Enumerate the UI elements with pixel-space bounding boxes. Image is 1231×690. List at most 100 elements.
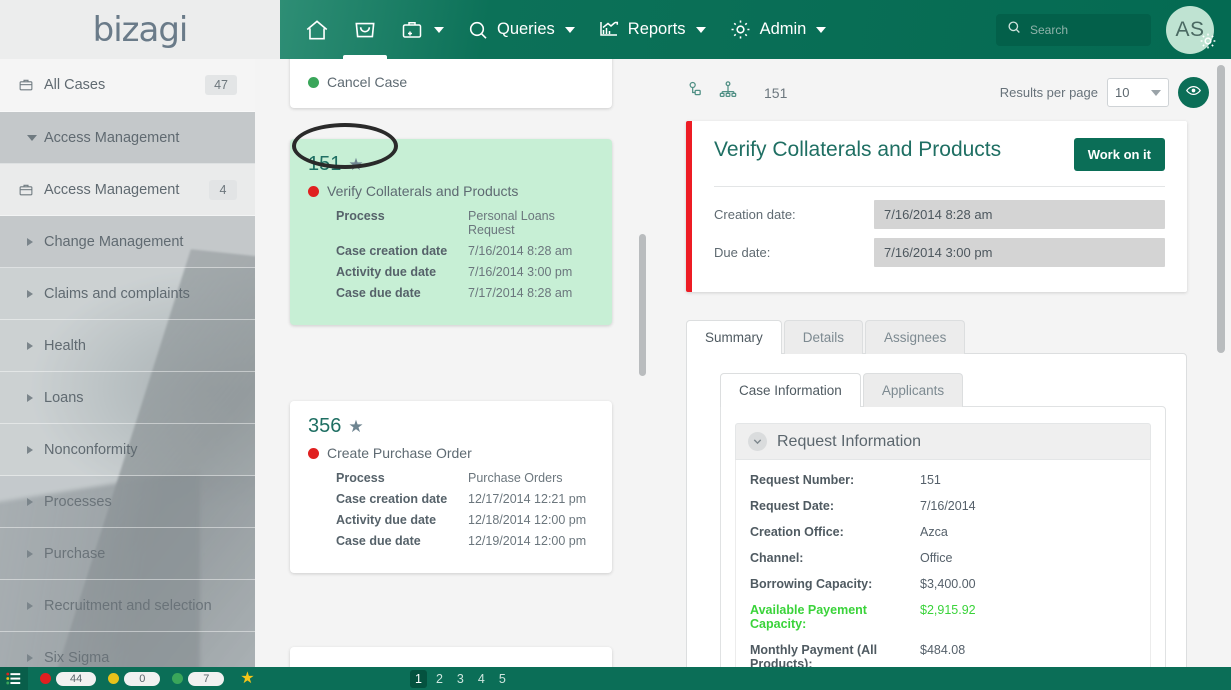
case-card-partial[interactable]: Cancel Case	[290, 59, 612, 108]
status-chip[interactable]: 44	[40, 671, 97, 686]
sidebar-item-processes[interactable]: Processes	[0, 476, 255, 528]
sidebar-item-all-cases[interactable]: All Cases 47	[0, 59, 255, 112]
case-field-row: Process Purchase Orders	[336, 471, 594, 485]
brand-logo[interactable]: bizagi	[0, 0, 280, 59]
tab-assignees[interactable]: Assignees	[865, 320, 966, 354]
case-id-number: 151	[308, 153, 342, 175]
star-icon[interactable]: ★	[348, 418, 363, 435]
page-4-button[interactable]: 4	[473, 670, 490, 688]
chevron-right-icon[interactable]	[18, 445, 44, 454]
sidebar-item-recruitment-and-selection[interactable]: Recruitment and selection	[0, 580, 255, 632]
chevron-right-icon[interactable]	[18, 653, 44, 662]
results-per-page-select[interactable]: 10	[1107, 78, 1169, 107]
sidebar-item-loans[interactable]: Loans	[0, 372, 255, 424]
request-info-value: $2,915.92	[920, 603, 976, 617]
star-icon[interactable]: ★	[348, 156, 363, 173]
status-bar: 44 0 7 ★ 12345	[0, 667, 1231, 690]
case-card-356[interactable]: 356 ★ Create Purchase Order Process Purch…	[290, 401, 612, 573]
status-chip[interactable]: 7	[172, 671, 225, 686]
sidebar-item-change-management[interactable]: Change Management	[0, 216, 255, 268]
sidebar-item-claims-and-complaints[interactable]: Claims and complaints	[0, 268, 255, 320]
page-5-button[interactable]: 5	[494, 670, 511, 688]
chevron-right-icon[interactable]	[18, 237, 44, 246]
sidebar-item-nonconformity[interactable]: Nonconformity	[0, 424, 255, 476]
chevron-right-icon[interactable]	[18, 601, 44, 610]
star-icon[interactable]: ★	[240, 670, 254, 687]
chevron-down-icon[interactable]	[748, 432, 767, 451]
sidebar-item-six-sigma[interactable]: Six Sigma	[0, 632, 255, 667]
nav-queries[interactable]: Queries	[455, 0, 586, 59]
chevron-right-icon[interactable]	[18, 393, 44, 402]
nav-admin[interactable]: Admin	[717, 0, 838, 59]
sidebar-item-label: Loans	[44, 389, 84, 406]
case-tracking-icon[interactable]	[686, 80, 706, 105]
tab-applicants[interactable]: Applicants	[862, 373, 964, 407]
sidebar-item-label: Six Sigma	[44, 649, 110, 666]
search-input[interactable]	[1030, 22, 1140, 37]
nav-queries-label: Queries	[497, 20, 555, 38]
chevron-right-icon[interactable]	[18, 341, 44, 350]
results-per-page-control: Results per page 10	[1000, 77, 1209, 108]
sidebar-item-access-management[interactable]: Access Management	[0, 112, 255, 164]
chevron-down-icon	[695, 26, 706, 33]
case-list-scrollbar[interactable]	[639, 234, 646, 376]
chevron-right-icon[interactable]	[18, 549, 44, 558]
page-1-button[interactable]: 1	[410, 669, 427, 688]
detail-meta-row: Creation date: 7/16/2014 8:28 am	[714, 200, 1165, 229]
sidebar-item-label: Recruitment and selection	[44, 597, 212, 614]
tab-details[interactable]: Details	[783, 320, 864, 354]
app-root: bizagi Queries Reports Admin Search AS A…	[0, 0, 1231, 690]
request-info-value: Azca	[920, 525, 948, 539]
case-id-number: 356	[308, 415, 342, 437]
case-id: 151 ★	[308, 153, 594, 176]
list-view-icon[interactable]	[0, 667, 28, 690]
process-diagram-icon[interactable]	[718, 80, 738, 105]
status-chip-count: 7	[188, 671, 225, 686]
request-info-value: 7/16/2014	[920, 499, 976, 513]
case-field-row: Activity due date 7/16/2014 3:00 pm	[336, 265, 594, 279]
work-on-it-button[interactable]: Work on it	[1073, 138, 1165, 171]
chevron-down-icon	[434, 26, 444, 33]
detail-panel-scrollbar[interactable]	[1217, 65, 1225, 353]
case-card-151[interactable]: 151 ★ Verify Collaterals and Products Pr…	[290, 139, 612, 325]
case-field-row: Case due date 7/17/2014 8:28 am	[336, 286, 594, 300]
chevron-down-icon	[1151, 89, 1161, 96]
case-card-next-partial[interactable]	[290, 647, 612, 667]
sidebar-item-label: Processes	[44, 493, 112, 510]
search-box[interactable]	[996, 13, 1151, 46]
status-dot	[308, 447, 319, 459]
nav-reports[interactable]: Reports	[586, 0, 717, 59]
page-3-button[interactable]: 3	[452, 670, 469, 688]
case-field-value: 12/18/2014 12:00 pm	[468, 513, 587, 527]
inner-tabs: Case Information Applicants	[720, 373, 1166, 407]
sidebar-item-health[interactable]: Health	[0, 320, 255, 372]
detail-meta-key: Creation date:	[714, 207, 796, 222]
status-dot	[308, 185, 319, 197]
chevron-right-icon[interactable]	[18, 497, 44, 506]
sidebar-item-purchase[interactable]: Purchase	[0, 528, 255, 580]
case-field-key: Case due date	[336, 286, 421, 300]
tab-summary[interactable]: Summary	[686, 320, 782, 354]
nav-home[interactable]	[293, 0, 341, 59]
chevron-down-icon[interactable]	[18, 134, 44, 141]
gear-icon	[728, 17, 753, 42]
avatar-settings-gear-icon[interactable]	[1198, 31, 1218, 56]
nav-new-case[interactable]	[389, 0, 455, 59]
chevron-right-icon[interactable]	[18, 289, 44, 298]
sidebar-item-label: Health	[44, 337, 86, 354]
user-menu[interactable]: AS	[1166, 5, 1216, 54]
sidebar-item-access-management[interactable]: Access Management 4	[0, 164, 255, 216]
nav-inbox[interactable]	[341, 0, 389, 59]
page-2-button[interactable]: 2	[431, 670, 448, 688]
case-field-value: Personal Loans Request	[468, 209, 555, 237]
status-chip[interactable]: 0	[108, 671, 161, 686]
detail-view-icons: 151	[686, 80, 787, 105]
request-info-row: Available Payement Capacity: $2,915.92	[750, 603, 1136, 631]
detail-toolbar: 151 Results per page 10	[655, 59, 1231, 108]
case-activity-label: Verify Collaterals and Products	[327, 183, 519, 199]
case-field-row: Activity due date 12/18/2014 12:00 pm	[336, 513, 594, 527]
preview-toggle-button[interactable]	[1178, 77, 1209, 108]
request-information-section-header[interactable]: Request Information	[735, 423, 1151, 460]
chevron-down-icon	[816, 26, 827, 33]
tab-case-information[interactable]: Case Information	[720, 373, 861, 407]
